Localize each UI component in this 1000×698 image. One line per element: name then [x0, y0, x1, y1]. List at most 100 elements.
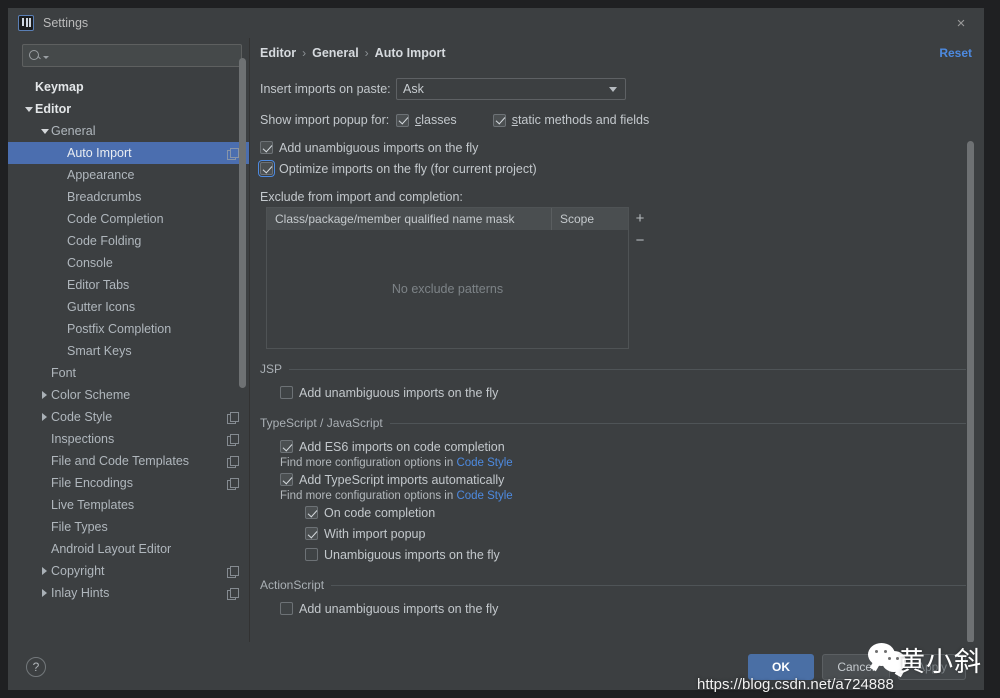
copy-settings-icon[interactable]: [227, 565, 239, 578]
copy-settings-icon[interactable]: [227, 477, 239, 490]
checkbox-unambiguous-imports-on-the-fly-label[interactable]: Unambiguous imports on the fly: [324, 548, 500, 562]
search-container: [8, 38, 250, 74]
checkbox-add-es6-imports-on-code-completion-label[interactable]: Add ES6 imports on code completion: [299, 440, 505, 454]
checkbox-add-unambiguous-imports[interactable]: [260, 141, 273, 154]
sidebar-item-color-scheme[interactable]: Color Scheme: [8, 384, 250, 406]
insert-imports-value: Ask: [403, 82, 424, 96]
sidebar-item-inlay-hints[interactable]: Inlay Hints: [8, 582, 250, 604]
copy-settings-icon[interactable]: [227, 587, 239, 600]
checkbox-add-unambiguous-imports-on-the-fly[interactable]: [280, 602, 293, 615]
sidebar-item-label: Code Style: [51, 410, 113, 424]
copy-settings-icon[interactable]: [227, 433, 239, 446]
config-hint: Find more configuration options in Code …: [280, 490, 984, 502]
cancel-button[interactable]: Cancel: [822, 653, 890, 680]
sidebar-item-appearance[interactable]: Appearance: [8, 164, 250, 186]
settings-tree[interactable]: Keymap Editor General Auto Import Appearance…: [8, 74, 250, 642]
sidebar-item-file-and-code-templates[interactable]: File and Code Templates: [8, 450, 250, 472]
sidebar-item-code-completion[interactable]: Code Completion: [8, 208, 250, 230]
sidebar-item-inspections[interactable]: Inspections: [8, 428, 250, 450]
add-exclude-button[interactable]: +: [629, 207, 651, 229]
checkbox-add-unambiguous-imports-on-the-fly[interactable]: [280, 386, 293, 399]
exclude-table[interactable]: Class/package/member qualified name mask…: [266, 207, 629, 349]
sidebar-item-file-types[interactable]: File Types: [8, 516, 250, 538]
column-header-mask[interactable]: Class/package/member qualified name mask: [267, 208, 552, 230]
exclude-table-header: Class/package/member qualified name mask…: [267, 208, 628, 230]
sidebar-item-font[interactable]: Font: [8, 362, 250, 384]
checkbox-classes-label[interactable]: classes: [415, 113, 457, 127]
section-divider: [289, 368, 966, 370]
checkbox-with-import-popup[interactable]: [305, 527, 318, 540]
checkbox-add-typescript-imports-automatically-label[interactable]: Add TypeScript imports automatically: [299, 473, 504, 487]
sidebar-item-postfix-completion[interactable]: Postfix Completion: [8, 318, 250, 340]
reset-link[interactable]: Reset: [939, 46, 972, 60]
checkbox-optimize-imports[interactable]: [258, 160, 275, 177]
chevron-down-icon[interactable]: [38, 120, 51, 142]
sidebar-item-label: Font: [51, 366, 77, 380]
sidebar-item-gutter-icons[interactable]: Gutter Icons: [8, 296, 250, 318]
search-box[interactable]: [22, 44, 242, 67]
sidebar-item-android-layout-editor[interactable]: Android Layout Editor: [8, 538, 250, 560]
column-header-scope[interactable]: Scope: [552, 208, 628, 230]
breadcrumb-item-general[interactable]: General: [312, 46, 359, 60]
checkbox-add-es6-imports-on-code-completion[interactable]: [280, 440, 293, 453]
section-jsp: JSP Add unambiguous imports on the fly: [260, 362, 984, 403]
checkbox-static-methods-label[interactable]: static methods and fields: [512, 113, 650, 127]
config-hint-text: Find more configuration options in: [280, 457, 457, 469]
exclude-table-container: Class/package/member qualified name mask…: [266, 207, 651, 349]
sidebar-item-auto-import[interactable]: Auto Import: [8, 142, 250, 164]
sidebar-item-general[interactable]: General: [8, 120, 250, 142]
sidebar-scrollbar[interactable]: [239, 58, 246, 388]
checkbox-static-methods[interactable]: [492, 113, 506, 127]
copy-settings-icon[interactable]: [227, 455, 239, 468]
checkbox-add-unambiguous-imports-on-the-fly-label[interactable]: Add unambiguous imports on the fly: [299, 602, 498, 616]
insert-imports-dropdown[interactable]: Ask: [396, 78, 626, 100]
chevron-down-icon[interactable]: [22, 98, 35, 120]
sidebar-item-label: Inlay Hints: [51, 586, 110, 600]
sidebar-item-console[interactable]: Console: [8, 252, 250, 274]
copy-settings-icon[interactable]: [227, 147, 239, 160]
checkbox-add-typescript-imports-automatically[interactable]: [280, 473, 293, 486]
sidebar-item-editor-tabs[interactable]: Editor Tabs: [8, 274, 250, 296]
checkbox-classes[interactable]: [396, 113, 409, 127]
checkbox-optimize-imports-label[interactable]: Optimize imports on the fly (for current…: [279, 162, 537, 176]
sidebar-item-live-templates[interactable]: Live Templates: [8, 494, 250, 516]
sidebar-item-code-folding[interactable]: Code Folding: [8, 230, 250, 252]
sidebar-item-keymap[interactable]: Keymap: [8, 76, 250, 98]
chevron-right-icon[interactable]: [38, 384, 51, 406]
copy-settings-icon[interactable]: [227, 411, 239, 424]
search-input[interactable]: [49, 48, 241, 63]
sidebar-item-breadcrumbs[interactable]: Breadcrumbs: [8, 186, 250, 208]
sidebar-item-label: Auto Import: [67, 146, 132, 160]
remove-exclude-button[interactable]: −: [629, 229, 651, 251]
sidebar-item-file-encodings[interactable]: File Encodings: [8, 472, 250, 494]
checkbox-on-code-completion-label[interactable]: On code completion: [324, 506, 435, 520]
chevron-right-icon[interactable]: [38, 582, 51, 604]
chevron-right-icon[interactable]: [38, 560, 51, 582]
ok-button[interactable]: OK: [748, 653, 814, 680]
code-style-link[interactable]: Code Style: [456, 490, 512, 502]
breadcrumb-separator: ›: [302, 45, 307, 60]
chevron-right-icon[interactable]: [38, 406, 51, 428]
checkbox-on-code-completion[interactable]: [305, 506, 318, 519]
content-scrollbar[interactable]: [967, 141, 974, 643]
checkbox-unambiguous-imports-on-the-fly[interactable]: [305, 548, 318, 561]
apply-button[interactable]: Apply: [898, 653, 966, 680]
code-style-link[interactable]: Code Style: [456, 457, 512, 469]
help-icon[interactable]: ?: [26, 656, 46, 677]
sidebar-item-code-style[interactable]: Code Style: [8, 406, 250, 428]
checkbox-add-unambiguous-imports-on-the-fly-label[interactable]: Add unambiguous imports on the fly: [299, 386, 498, 400]
sidebar-item-copyright[interactable]: Copyright: [8, 560, 250, 582]
sidebar-item-smart-keys[interactable]: Smart Keys: [8, 340, 250, 362]
breadcrumb-item-editor[interactable]: Editor: [260, 46, 296, 60]
checkbox-add-unambiguous-imports-label[interactable]: Add unambiguous imports on the fly: [279, 141, 478, 155]
close-icon[interactable]: ×: [938, 8, 984, 38]
chevron-down-icon: [609, 86, 617, 92]
sidebar-item-editor[interactable]: Editor: [8, 98, 250, 120]
exclude-label: Exclude from import and completion:: [260, 190, 463, 204]
checkbox-with-import-popup-label[interactable]: With import popup: [324, 527, 425, 541]
